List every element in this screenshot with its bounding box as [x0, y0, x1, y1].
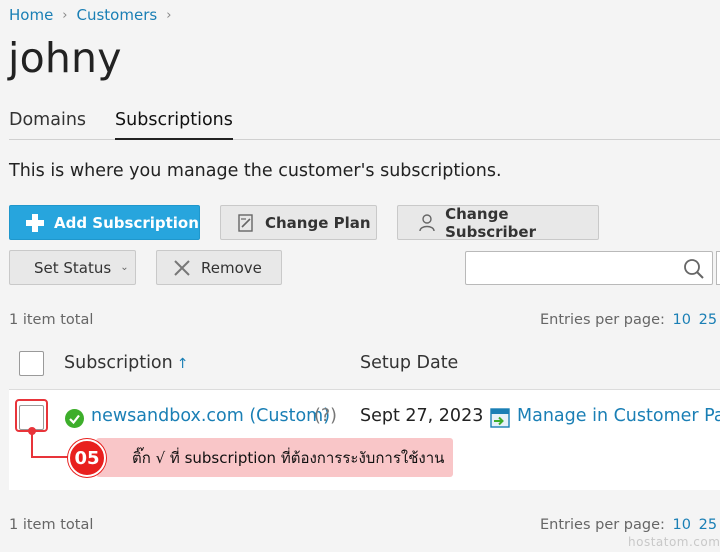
- customer-panel-icon: [490, 408, 510, 428]
- set-status-label: Set Status: [34, 258, 112, 277]
- change-subscriber-button[interactable]: Change Subscriber: [397, 204, 599, 241]
- setup-date: Sept 27, 2023: [360, 406, 484, 426]
- user-icon: [416, 212, 437, 234]
- callout-anchor-dot: [28, 427, 36, 435]
- page-size-25[interactable]: 25: [699, 517, 717, 533]
- column-subscription-label: Subscription: [64, 353, 173, 373]
- entries-per-page: Entries per page: 10 25 10: [540, 312, 720, 328]
- breadcrumb-customers[interactable]: Customers: [77, 6, 158, 24]
- callout-connector: [31, 456, 73, 458]
- plus-icon: [24, 212, 46, 234]
- search-field[interactable]: [466, 252, 676, 284]
- add-subscription-button[interactable]: Add Subscription: [9, 205, 200, 240]
- document-edit-icon: [235, 212, 257, 234]
- step-number-badge: 05: [68, 439, 106, 477]
- select-all-checkbox[interactable]: [19, 351, 44, 376]
- entries-per-page-bottom: Entries per page: 10 25 10: [540, 517, 720, 533]
- column-setup-date[interactable]: Setup Date: [360, 353, 458, 373]
- table-header: Subscription ↑ Setup Date: [9, 338, 720, 390]
- callout-connector: [31, 433, 33, 458]
- search-icon[interactable]: [682, 257, 706, 281]
- chevron-right-icon: ›: [62, 7, 68, 23]
- breadcrumb: Home › Customers ›: [9, 6, 171, 24]
- manage-in-customer-panel-link[interactable]: Manage in Customer Panel: [517, 406, 720, 426]
- intro-text: This is where you manage the customer's …: [9, 161, 502, 181]
- tab-bar: Domains Subscriptions: [9, 110, 720, 140]
- chevron-right-icon: ›: [166, 7, 172, 23]
- tab-subscriptions[interactable]: Subscriptions: [115, 110, 233, 140]
- change-plan-label: Change Plan: [265, 213, 371, 232]
- search-input[interactable]: [465, 251, 713, 285]
- column-subscription[interactable]: Subscription ↑: [64, 353, 188, 373]
- remove-button[interactable]: Remove: [156, 250, 282, 285]
- watermark: hostatom.com: [628, 535, 720, 549]
- change-subscriber-label: Change Subscriber: [445, 204, 536, 241]
- search-options-button[interactable]: [716, 251, 720, 285]
- status-ok-icon: [65, 409, 84, 428]
- breadcrumb-home[interactable]: Home: [9, 6, 53, 24]
- chevron-down-icon: ⌄: [120, 262, 129, 273]
- tab-domains[interactable]: Domains: [9, 110, 86, 140]
- entries-per-page-label: Entries per page:: [540, 517, 665, 533]
- sort-ascending-icon: ↑: [176, 356, 189, 372]
- subscription-link[interactable]: newsandbox.com (Custom): [91, 406, 330, 426]
- change-plan-button[interactable]: Change Plan: [220, 205, 377, 240]
- add-subscription-label: Add Subscription: [54, 213, 199, 232]
- entries-per-page-label: Entries per page:: [540, 312, 665, 328]
- remove-label: Remove: [201, 258, 262, 277]
- callout-text: ติ๊ก √ ที่ subscription ที่ต้องการระงับก…: [132, 448, 445, 467]
- instruction-callout: ติ๊ก √ ที่ subscription ที่ต้องการระงับก…: [96, 438, 453, 477]
- page-size-10[interactable]: 10: [673, 312, 691, 328]
- item-count-bottom: 1 item total: [9, 517, 94, 533]
- help-link[interactable]: (?): [314, 406, 337, 426]
- set-status-dropdown[interactable]: Set Status ⌄: [9, 250, 136, 285]
- close-icon: [171, 257, 193, 279]
- page-title: johny: [8, 34, 122, 82]
- item-count: 1 item total: [9, 312, 94, 328]
- page-size-10[interactable]: 10: [673, 517, 691, 533]
- page-size-25[interactable]: 25: [699, 312, 717, 328]
